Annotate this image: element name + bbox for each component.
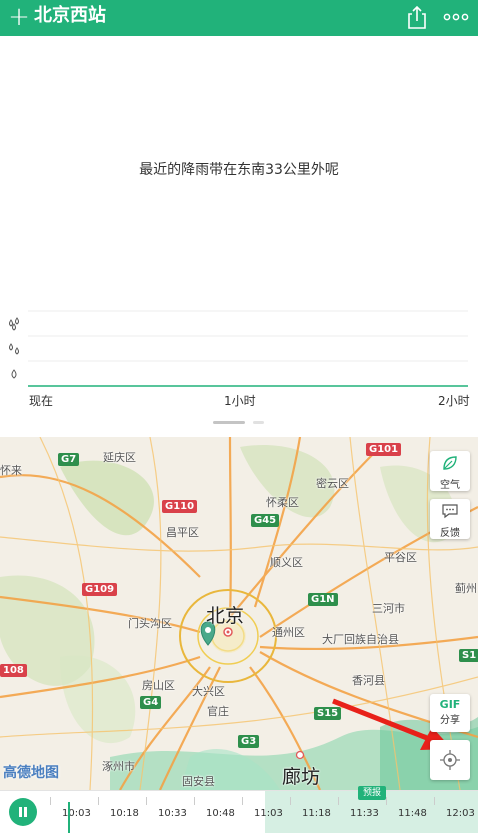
highway-g1n: G1N bbox=[308, 593, 338, 606]
place-jizhou: 蓟州 bbox=[455, 582, 477, 595]
axis-label-now: 现在 bbox=[29, 394, 54, 408]
highway-g110: G110 bbox=[162, 500, 198, 513]
axis-label-2h: 2小时 bbox=[438, 394, 470, 408]
time-tick[interactable]: 10:48 bbox=[206, 808, 235, 819]
place-daxing: 大兴区 bbox=[192, 685, 225, 698]
air-quality-label: 空气 bbox=[440, 480, 460, 491]
top-bar: + 北京西站 bbox=[0, 0, 478, 36]
highway-g109: G109 bbox=[82, 583, 118, 596]
place-pinggu: 平谷区 bbox=[384, 551, 417, 564]
moderate-rain-icon bbox=[9, 343, 19, 355]
tick-line bbox=[50, 797, 51, 805]
place-langfang: 廊坊 bbox=[282, 766, 321, 788]
time-tick[interactable]: 10:33 bbox=[158, 808, 187, 819]
place-sanhe: 三河市 bbox=[372, 602, 405, 615]
tick-line bbox=[242, 797, 243, 805]
time-tick[interactable]: 12:03 bbox=[446, 808, 475, 819]
locate-icon bbox=[440, 750, 460, 770]
tick-line bbox=[386, 797, 387, 805]
feedback-button[interactable]: 反馈 bbox=[430, 499, 470, 539]
share-icon[interactable] bbox=[404, 4, 430, 30]
highway-g45: G45 bbox=[251, 514, 280, 527]
highway-g3: G3 bbox=[238, 735, 260, 748]
radar-map[interactable]: 怀来 延庆区 怀柔区 密云区 昌平区 顺义区 平谷区 蓟州 北京 门头沟区 通州… bbox=[0, 437, 478, 790]
tick-line bbox=[290, 797, 291, 805]
highway-g4: G4 bbox=[140, 696, 162, 709]
air-quality-button[interactable]: 空气 bbox=[430, 451, 470, 491]
highway-s1: S1 bbox=[459, 649, 478, 662]
time-tick[interactable]: 11:18 bbox=[302, 808, 331, 819]
place-beijing: 北京 bbox=[206, 605, 245, 627]
place-zhuozhou: 涿州市 bbox=[102, 760, 135, 773]
map-provider-logo: 高德地图 bbox=[3, 765, 59, 781]
leaf-icon bbox=[443, 456, 457, 470]
page-indicator-active[interactable] bbox=[213, 421, 245, 424]
time-tick[interactable]: 10:03 bbox=[62, 808, 91, 819]
place-gu-an: 固安县 bbox=[182, 775, 215, 788]
highway-g7: G7 bbox=[58, 453, 80, 466]
time-tick[interactable]: 11:03 bbox=[254, 808, 283, 819]
tick-line bbox=[194, 797, 195, 805]
forecast-badge: 预报 bbox=[358, 786, 387, 800]
axis-label-1h: 1小时 bbox=[224, 394, 256, 408]
timeline-cursor[interactable] bbox=[68, 802, 70, 833]
highway-108: 108 bbox=[0, 664, 27, 677]
highway-s15: S15 bbox=[314, 707, 342, 720]
place-mentougou: 门头沟区 bbox=[128, 617, 172, 630]
place-fangshan: 房山区 bbox=[142, 679, 175, 692]
page-indicator[interactable] bbox=[253, 421, 264, 424]
place-shunyi: 顺义区 bbox=[270, 556, 303, 569]
place-guanzhuang: 官庄 bbox=[207, 705, 229, 718]
highway-g101: G101 bbox=[366, 443, 402, 456]
pause-icon[interactable] bbox=[9, 798, 37, 826]
page-title: 北京西站 bbox=[34, 5, 106, 26]
place-huailai: 怀来 bbox=[0, 464, 22, 477]
feedback-label: 反馈 bbox=[440, 528, 460, 539]
place-changping: 昌平区 bbox=[166, 526, 199, 539]
tick-line bbox=[434, 797, 435, 805]
message-icon bbox=[442, 504, 458, 519]
place-miyun: 密云区 bbox=[316, 477, 349, 490]
locate-button[interactable] bbox=[430, 740, 470, 780]
gif-share-button[interactable]: GIF 分享 bbox=[430, 694, 470, 732]
rain-message: 最近的降雨带在东南33公里外呢 bbox=[139, 162, 339, 178]
time-tick[interactable]: 10:18 bbox=[110, 808, 139, 819]
light-rain-icon bbox=[11, 369, 17, 379]
radar-timeline[interactable]: 预报 10:03 10:18 10:33 10:48 11:03 11:18 1… bbox=[0, 786, 478, 833]
place-dachang: 大厂回族自治县 bbox=[322, 633, 399, 646]
heavy-rain-icon bbox=[9, 317, 19, 331]
gif-label: GIF bbox=[439, 698, 461, 711]
place-huairou: 怀柔区 bbox=[266, 496, 299, 509]
tick-line bbox=[146, 797, 147, 805]
share-label: 分享 bbox=[440, 715, 460, 726]
tick-line bbox=[338, 797, 339, 805]
place-yanqing: 延庆区 bbox=[103, 451, 136, 464]
time-tick[interactable]: 11:33 bbox=[350, 808, 379, 819]
more-icon[interactable] bbox=[440, 4, 472, 30]
tick-line bbox=[98, 797, 99, 805]
place-tongzhou: 通州区 bbox=[272, 626, 305, 639]
time-tick[interactable]: 11:48 bbox=[398, 808, 427, 819]
place-xianghe: 香河县 bbox=[352, 674, 385, 687]
plus-icon[interactable]: + bbox=[8, 2, 30, 32]
